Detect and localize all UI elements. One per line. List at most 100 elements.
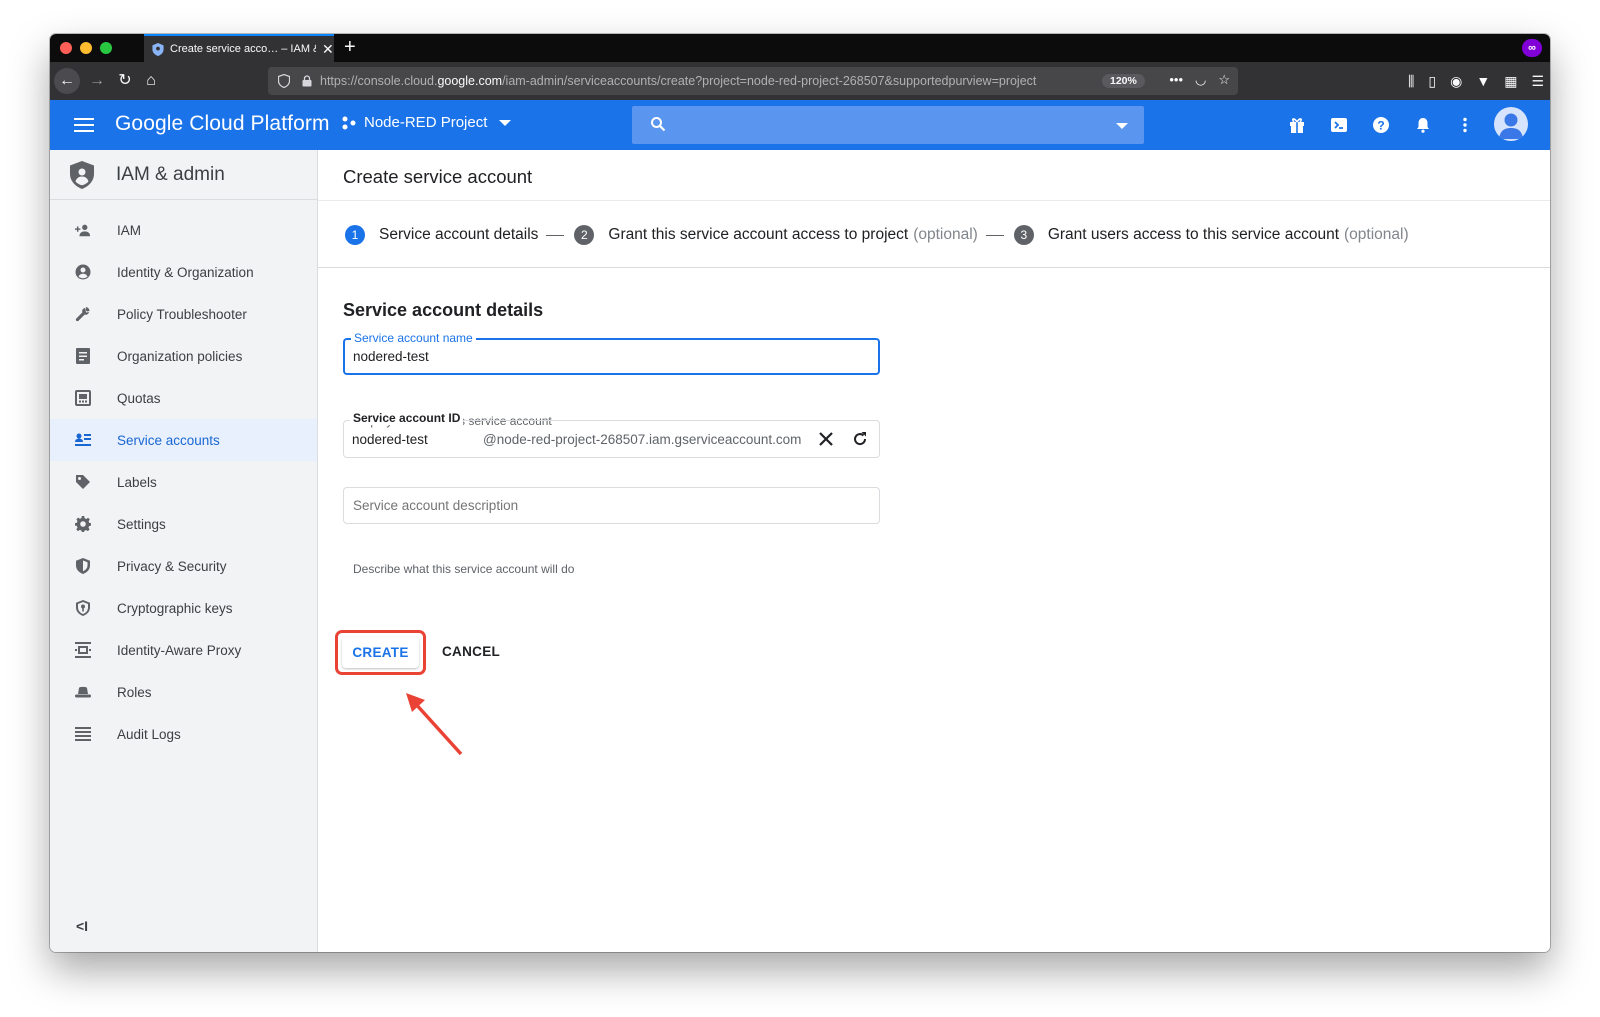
close-window-button[interactable]	[60, 42, 72, 54]
cancel-button[interactable]: CANCEL	[442, 644, 500, 659]
chevron-down-icon	[499, 119, 512, 126]
main-content: Create service account 1 Service account…	[318, 150, 1550, 952]
wrench-icon	[75, 307, 90, 322]
home-icon[interactable]: ⌂	[138, 68, 164, 94]
step-separator	[546, 234, 565, 236]
step-label-3[interactable]: Grant users access to this service accou…	[1048, 226, 1339, 244]
sidebar-toggle-icon[interactable]: ▯	[1428, 73, 1436, 90]
app-menu-icon[interactable]: ☰	[1531, 73, 1544, 90]
forward-arrow-icon[interactable]: →	[84, 68, 110, 94]
account-circle-icon	[75, 264, 91, 280]
tab-strip: Create service acco… – IAM & a ✕ + ∞	[50, 34, 1550, 62]
sidebar-item-identity-aware-proxy[interactable]: Identity-Aware Proxy	[50, 629, 317, 671]
field-value[interactable]: nodered-test	[352, 432, 428, 447]
reload-icon[interactable]: ↻	[112, 68, 138, 94]
sidebar-item-quotas[interactable]: Quotas	[50, 377, 317, 419]
private-browsing-icon: ∞	[1522, 39, 1542, 57]
hamburger-menu-icon[interactable]	[74, 118, 94, 132]
sidebar: IAM & admin IAM Identity & Organization …	[50, 150, 318, 952]
section-title: Service account details	[343, 300, 544, 320]
step-number-1: 1	[345, 225, 365, 245]
service-account-description-field[interactable]	[343, 487, 880, 524]
field-label: Service account name	[351, 331, 476, 345]
sidebar-item-policy-troubleshooter[interactable]: Policy Troubleshooter	[50, 293, 317, 335]
sidebar-item-labels[interactable]: Labels	[50, 461, 317, 503]
browser-tab-active[interactable]: Create service acco… – IAM & a ✕	[144, 34, 334, 62]
email-suffix: @node-red-project-268507.iam.gserviceacc…	[483, 432, 802, 447]
tab-title: Create service acco… – IAM & a	[170, 43, 316, 55]
bookmark-star-icon[interactable]: ☆	[1218, 72, 1230, 88]
tag-icon	[76, 475, 90, 489]
back-arrow-icon[interactable]: ←	[54, 68, 80, 94]
step-separator	[985, 234, 1004, 236]
new-tab-button[interactable]: +	[344, 37, 356, 57]
zoom-level-badge[interactable]: 120%	[1102, 74, 1145, 88]
url-actions: ••• ◡ ☆	[1169, 72, 1230, 88]
sidebar-item-roles[interactable]: Roles	[50, 671, 317, 713]
lock-icon[interactable]	[302, 75, 312, 87]
cloud-shell-icon[interactable]	[1330, 116, 1348, 134]
close-icon[interactable]	[817, 430, 835, 448]
iam-shield-icon	[70, 160, 94, 189]
extension-icon[interactable]: ▼	[1476, 73, 1490, 90]
avatar[interactable]	[1494, 107, 1528, 141]
pocket-icon[interactable]: ◡	[1195, 72, 1206, 88]
page-title: Create service account	[343, 166, 533, 187]
sidebar-item-organization-policies[interactable]: Organization policies	[50, 335, 317, 377]
sidebar-item-identity-organization[interactable]: Identity & Organization	[50, 251, 317, 293]
service-account-id-field[interactable]: Service account ID nodered-test @node-re…	[343, 411, 880, 458]
field-value[interactable]: nodered-test	[353, 349, 429, 364]
more-actions-icon[interactable]: •••	[1169, 72, 1183, 88]
header-icons: ?	[1288, 116, 1474, 134]
brand-title[interactable]: Google Cloud Platform	[115, 112, 330, 136]
tracking-shield-icon[interactable]	[278, 74, 290, 88]
browser-toolbar: ← → ↻ ⌂ https://console.cloud.google.com…	[50, 62, 1550, 100]
quotas-icon	[75, 390, 91, 406]
url-bar[interactable]: https://console.cloud.google.com/iam-adm…	[268, 67, 1238, 95]
search-input[interactable]	[632, 106, 1144, 144]
sidebar-item-cryptographic-keys[interactable]: Cryptographic keys	[50, 587, 317, 629]
minimize-window-button[interactable]	[80, 42, 92, 54]
sidebar-item-label: Cryptographic keys	[117, 600, 233, 616]
list-icon	[75, 727, 91, 741]
sidebar-item-label: Audit Logs	[117, 726, 181, 742]
sidebar-item-settings[interactable]: Settings	[50, 503, 317, 545]
step-number-3: 3	[1013, 225, 1034, 245]
help-icon[interactable]: ?	[1372, 116, 1390, 134]
tab-close-icon[interactable]: ✕	[322, 41, 334, 58]
collapse-sidebar-icon[interactable]: <I	[76, 918, 88, 934]
more-vertical-icon[interactable]	[1456, 116, 1474, 134]
gift-icon[interactable]	[1288, 116, 1306, 134]
sidebar-item-service-accounts[interactable]: Service accounts	[50, 419, 317, 461]
toolbar-right-icons: ⫼ ▯ ◉ ▼ ▦ ☰	[1408, 73, 1544, 90]
notifications-bell-icon[interactable]	[1414, 116, 1432, 134]
refresh-icon[interactable]	[851, 430, 869, 448]
divider	[318, 267, 1550, 268]
project-dots-icon	[342, 116, 356, 129]
service-account-name-field[interactable]: Service account name nodered-test	[343, 331, 880, 375]
library-icon[interactable]: ⫼	[1408, 73, 1414, 90]
step-label-1[interactable]: Service account details	[379, 226, 538, 244]
iam-favicon-icon	[152, 42, 164, 56]
create-button[interactable]: CREATE	[335, 630, 426, 675]
step-number-2: 2	[574, 225, 595, 245]
sidebar-item-iam[interactable]: IAM	[50, 209, 317, 251]
sidebar-item-label: Identity-Aware Proxy	[117, 642, 242, 658]
sidebar-item-label: Identity & Organization	[117, 264, 254, 280]
account-icon[interactable]: ◉	[1450, 73, 1462, 90]
divider	[318, 200, 1550, 201]
sidebar-item-label: Privacy & Security	[117, 558, 227, 574]
step-label-2[interactable]: Grant this service account access to pro…	[608, 226, 908, 244]
sidebar-item-label: Organization policies	[117, 348, 243, 364]
sidebar-item-privacy-security[interactable]: Privacy & Security	[50, 545, 317, 587]
description-input[interactable]	[353, 498, 863, 513]
sidebar-item-audit-logs[interactable]: Audit Logs	[50, 713, 317, 755]
project-name: Node-RED Project	[364, 114, 488, 131]
search-dropdown-icon[interactable]	[1116, 123, 1128, 129]
extensions-grid-icon[interactable]: ▦	[1504, 73, 1517, 90]
project-selector[interactable]: Node-RED Project	[342, 114, 512, 131]
key-shield-icon	[76, 600, 90, 616]
proxy-icon	[75, 642, 91, 658]
maximize-window-button[interactable]	[100, 42, 112, 54]
step-optional-2: (optional)	[913, 226, 978, 243]
